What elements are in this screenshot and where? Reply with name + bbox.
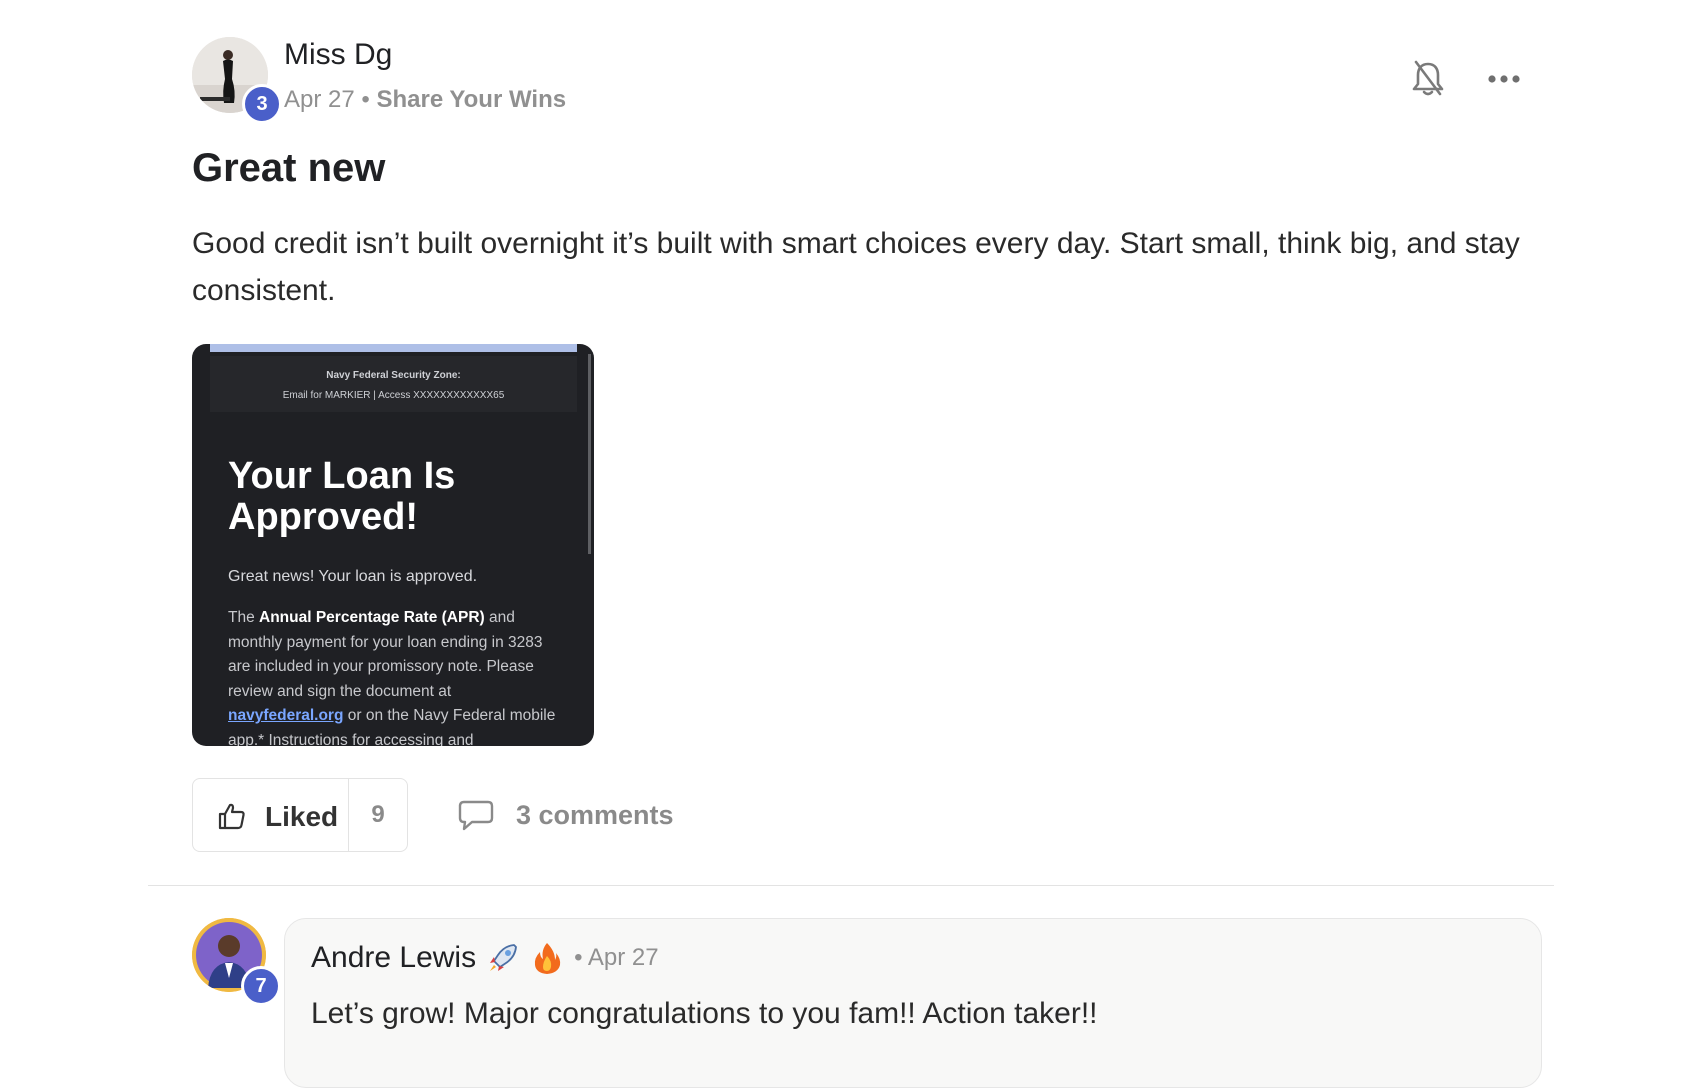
attachment-para-bold: Annual Percentage Rate (APR) (259, 609, 485, 626)
commenter-level-badge: 7 (241, 966, 281, 1006)
section-divider (148, 885, 1554, 886)
comment-text: Let’s grow! Major congratulations to you… (311, 997, 1098, 1030)
comment-meta: • Apr 27 (574, 944, 658, 972)
post-card: 3 Miss Dg Apr 27 • Share Your Wins Great… (0, 0, 1700, 1088)
meta-separator: • (361, 86, 370, 113)
like-control: Liked 9 (192, 778, 408, 852)
attachment-intro: Great news! Your loan is approved. (228, 568, 478, 585)
fire-emoji-icon (530, 941, 564, 975)
author-name[interactable]: Miss Dg (284, 38, 392, 72)
post-title: Great new (192, 146, 386, 190)
attachment-para-prefix: The (228, 609, 260, 626)
post-meta: Apr 27 • Share Your Wins (284, 86, 566, 114)
comments-label: 3 comments (516, 800, 674, 830)
post-body: Good credit isn’t built overnight it’s b… (192, 227, 1520, 307)
rocket-emoji-icon (486, 941, 520, 975)
comment-icon (458, 800, 494, 831)
post-image-attachment[interactable]: Navy Federal Security Zone: Email for MA… (192, 344, 594, 746)
more-horizontal-icon[interactable] (1486, 64, 1522, 94)
comment-separator: • (574, 944, 583, 971)
like-label: Liked (265, 801, 339, 832)
post-date[interactable]: Apr 27 (284, 86, 355, 113)
attachment-paragraph: The Annual Percentage Rate (APR) and mon… (228, 606, 564, 746)
comment-date[interactable]: Apr 27 (588, 944, 659, 971)
attachment-header-line1: Navy Federal Security Zone: (326, 370, 461, 381)
attachment-header: Navy Federal Security Zone: Email for MA… (210, 356, 577, 412)
attachment-headline: Your Loan Is Approved! (228, 455, 456, 538)
attachment-top-bar (210, 344, 577, 352)
attachment-scrollbar (588, 354, 591, 554)
comment-header: Andre Lewis • Apr 27 (311, 941, 659, 975)
thumbs-up-icon (218, 803, 245, 830)
attachment-header-line2: Email for MARKIER | Access XXXXXXXXXXXX6… (282, 390, 505, 401)
post-category-link[interactable]: Share Your Wins (376, 86, 566, 113)
author-level-badge: 3 (242, 84, 282, 124)
attachment-link: navyfederal.org (228, 707, 344, 724)
commenter-name[interactable]: Andre Lewis (311, 941, 476, 975)
bell-off-icon[interactable] (1410, 58, 1446, 98)
like-count[interactable]: 9 (349, 801, 407, 829)
like-button[interactable]: Liked (193, 779, 348, 851)
